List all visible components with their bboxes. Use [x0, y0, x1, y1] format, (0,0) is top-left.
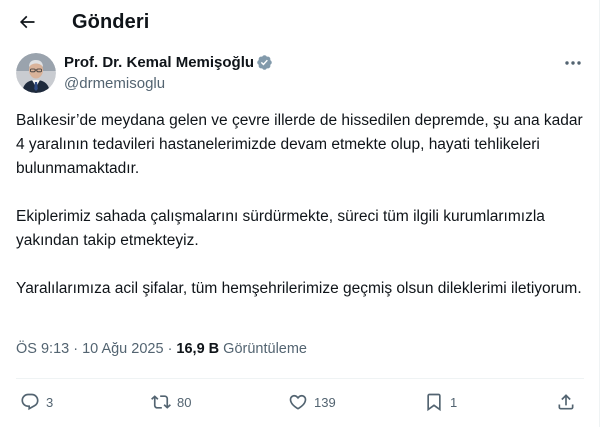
reply-button[interactable]: 3 — [20, 389, 53, 415]
divider — [16, 378, 584, 379]
more-horizontal-icon — [565, 61, 581, 65]
post-meta: ÖS 9:13 · 10 Ağu 2025 · 16,9 B Görüntüle… — [16, 341, 307, 357]
back-button[interactable] — [14, 9, 40, 35]
bookmark-button[interactable]: 1 — [424, 389, 457, 415]
verified-badge-icon[interactable] — [256, 54, 273, 71]
views-label: Görüntüleme — [223, 341, 307, 357]
repost-count: 80 — [177, 394, 192, 410]
post-text: Balıkesir’de meydana gelen ve çevre ille… — [16, 109, 584, 325]
views-count[interactable]: 16,9 B — [176, 341, 223, 357]
reply-count: 3 — [46, 394, 54, 410]
arrow-left-icon — [19, 15, 35, 29]
bookmark-count: 1 — [450, 394, 458, 410]
share-icon — [558, 394, 574, 410]
share-button[interactable] — [556, 389, 576, 415]
post-timestamp[interactable]: ÖS 9:13 · 10 Ağu 2025 — [16, 341, 168, 357]
post-paragraph: Balıkesir’de meydana gelen ve çevre ille… — [16, 112, 583, 177]
repost-icon — [151, 395, 171, 409]
author-name[interactable]: Prof. Dr. Kemal Memişoğlu — [64, 54, 254, 71]
post-paragraph: Yaralılarımıza acil şifalar, tüm hemşehr… — [16, 280, 582, 297]
more-button[interactable] — [563, 55, 583, 71]
reply-icon — [21, 393, 39, 411]
top-bar: Gönderi — [0, 0, 600, 50]
avatar[interactable] — [16, 53, 56, 93]
repost-button[interactable]: 80 — [151, 389, 191, 415]
bookmark-icon — [427, 393, 441, 412]
author-row: Prof. Dr. Kemal Memişoğlu @drmemisoglu — [16, 53, 588, 95]
author-handle[interactable]: @drmemisoglu — [64, 75, 165, 92]
page-title: Gönderi — [72, 11, 150, 33]
like-button[interactable]: 139 — [288, 389, 336, 415]
avatar-image — [16, 53, 56, 93]
like-count: 139 — [314, 394, 336, 410]
action-bar: 3 80 139 1 — [16, 389, 584, 415]
column-divider — [599, 0, 600, 427]
post-paragraph: Ekiplerimiz sahada çalışmalarını sürdürm… — [16, 208, 545, 249]
heart-icon — [289, 394, 307, 410]
